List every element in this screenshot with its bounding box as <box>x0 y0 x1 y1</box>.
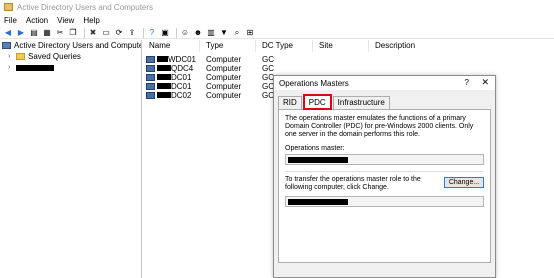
ad-icon <box>2 42 11 49</box>
column-header-dc-type[interactable]: DC Type <box>256 40 313 52</box>
console-icon[interactable]: ▣ <box>160 28 170 38</box>
close-icon[interactable]: ✕ <box>481 77 489 88</box>
column-header-name[interactable]: Name <box>143 40 200 52</box>
export-icon[interactable]: ⇪ <box>127 28 137 38</box>
operations-master-field <box>285 154 484 165</box>
transfer-instructions: To transfer the operations master role t… <box>285 176 421 191</box>
menu-help[interactable]: Help <box>83 16 99 25</box>
add-group-icon[interactable]: ☻ <box>193 28 203 38</box>
row-dc-type: GC <box>262 64 274 73</box>
redacted-text <box>157 56 168 62</box>
tab-strip: RID PDC Infrastructure <box>274 94 495 110</box>
computer-icon <box>146 65 155 73</box>
row-name: WDC01 <box>168 55 197 64</box>
toolbar: ◀ ▶ ▤ ▦ ✂ ❐ ✖ ▭ ⟳ ⇪ ? ▣ ☺ ☻ ▥ ▼ ⌕ ⊞ <box>0 27 554 39</box>
row-name: DC02 <box>171 91 192 100</box>
forward-icon[interactable]: ▶ <box>16 28 26 38</box>
folder-icon <box>16 53 25 60</box>
computer-icon <box>146 56 155 64</box>
toolbar-separator <box>176 27 177 38</box>
up-icon[interactable]: ▤ <box>29 28 39 38</box>
title-bar: Active Directory Users and Computers <box>0 0 554 14</box>
tree-item-domain[interactable]: › <box>0 62 141 73</box>
expand-icon[interactable]: › <box>8 53 14 60</box>
redacted-text <box>157 92 171 98</box>
window-title: Active Directory Users and Computers <box>17 2 154 12</box>
back-icon[interactable]: ◀ <box>3 28 13 38</box>
show-console-tree-icon[interactable]: ▦ <box>42 28 52 38</box>
add-to-group-icon[interactable]: ⊞ <box>245 28 255 38</box>
target-computer-field <box>285 196 484 207</box>
row-dc-type: GC <box>262 55 274 64</box>
add-user-icon[interactable]: ☺ <box>180 28 190 38</box>
menu-bar: File Action View Help <box>0 14 554 26</box>
toolbar-separator <box>143 27 144 38</box>
add-ou-icon[interactable]: ▥ <box>206 28 216 38</box>
divider <box>285 171 484 172</box>
help-icon[interactable]: ? <box>465 78 469 87</box>
filter-icon[interactable]: ▼ <box>219 28 229 38</box>
tree-root[interactable]: Active Directory Users and Computers [lh… <box>0 40 141 51</box>
list-header: Name Type DC Type Site Description <box>143 40 554 52</box>
column-header-site[interactable]: Site <box>313 40 369 52</box>
column-header-description[interactable]: Description <box>369 40 489 52</box>
help-icon[interactable]: ? <box>147 28 157 38</box>
find-icon[interactable]: ⌕ <box>232 28 242 38</box>
tree-item-label: Saved Queries <box>28 52 81 61</box>
role-description: The operations master emulates the funct… <box>285 115 474 138</box>
tab-rid[interactable]: RID <box>278 96 302 109</box>
dialog-title: Operations Masters <box>279 78 349 88</box>
redacted-server-name <box>288 198 348 205</box>
redacted-server-name <box>288 156 348 163</box>
row-type: Computer <box>206 55 242 64</box>
console-tree: Active Directory Users and Computers [lh… <box>0 40 142 278</box>
redacted-text <box>157 65 171 71</box>
computer-icon <box>146 74 155 82</box>
operations-master-label: Operations master: <box>285 145 345 152</box>
redacted-domain <box>16 64 54 71</box>
menu-action[interactable]: Action <box>26 16 48 25</box>
toolbar-separator <box>84 27 85 38</box>
tab-pdc[interactable]: PDC <box>302 94 332 110</box>
column-header-type[interactable]: Type <box>200 40 256 52</box>
row-name: DC01 <box>171 73 192 82</box>
dialog-title-bar: Operations Masters ? ✕ <box>274 76 495 90</box>
tree-item-saved-queries[interactable]: › Saved Queries <box>0 51 141 62</box>
refresh-icon[interactable]: ⟳ <box>114 28 124 38</box>
row-name: QDC4 <box>171 64 194 73</box>
expand-icon[interactable]: › <box>8 64 14 71</box>
computer-icon <box>146 92 155 100</box>
copy-icon[interactable]: ❐ <box>68 28 78 38</box>
menu-file[interactable]: File <box>4 16 17 25</box>
cut-icon[interactable]: ✂ <box>55 28 65 38</box>
row-type: Computer <box>206 82 242 91</box>
properties-icon[interactable]: ▭ <box>101 28 111 38</box>
delete-icon[interactable]: ✖ <box>88 28 98 38</box>
transfer-row: To transfer the operations master role t… <box>285 176 484 192</box>
change-button[interactable]: Change... <box>444 177 484 188</box>
row-type: Computer <box>206 64 242 73</box>
table-row[interactable]: QDC4 Computer GC <box>143 64 554 73</box>
row-type: Computer <box>206 73 242 82</box>
app-icon <box>4 3 13 11</box>
menu-view[interactable]: View <box>57 16 74 25</box>
redacted-text <box>157 74 171 80</box>
table-row[interactable]: WDC01 Computer GC <box>143 55 554 64</box>
row-type: Computer <box>206 91 242 100</box>
tree-root-label: Active Directory Users and Computers [lh… <box>14 41 141 50</box>
operations-masters-dialog: Operations Masters ? ✕ RID PDC Infrastru… <box>273 75 496 278</box>
row-name: DC01 <box>171 82 192 91</box>
computer-icon <box>146 83 155 91</box>
tab-panel-pdc: The operations master emulates the funct… <box>278 109 491 263</box>
redacted-text <box>157 83 171 89</box>
tab-infrastructure[interactable]: Infrastructure <box>332 96 390 109</box>
